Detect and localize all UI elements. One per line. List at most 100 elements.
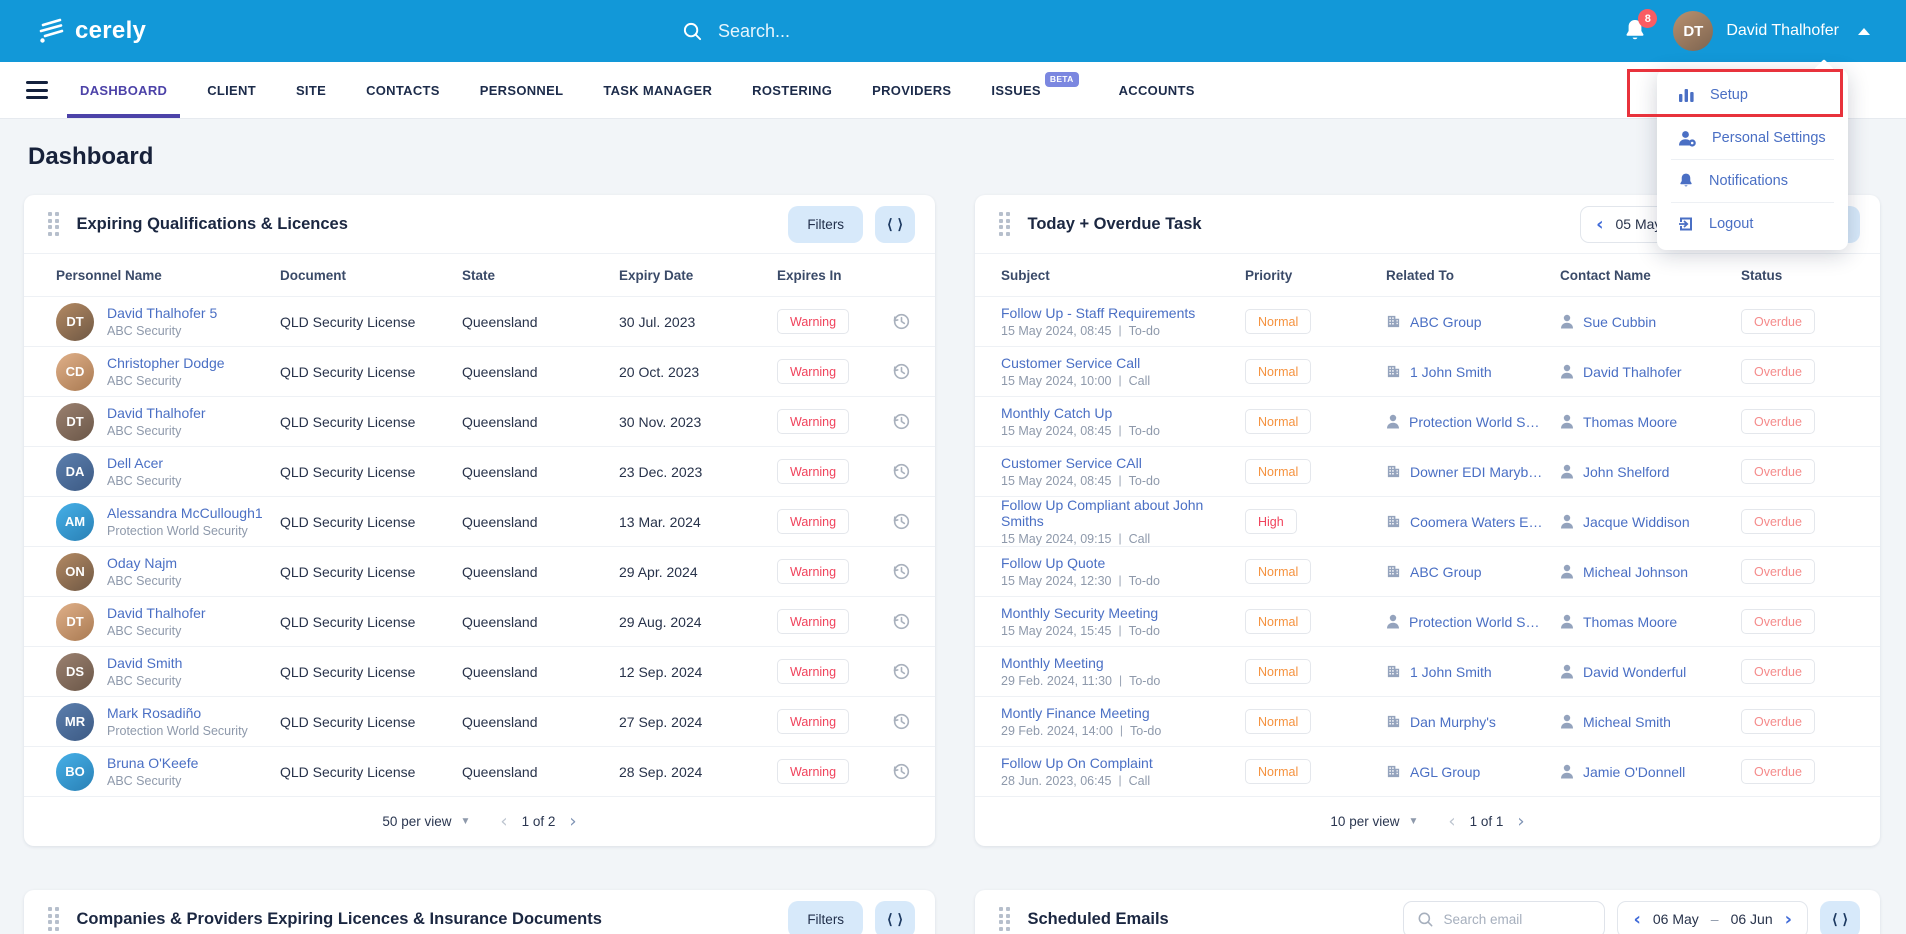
related-to-link[interactable]: ABC Group [1410, 564, 1482, 580]
history-icon[interactable] [892, 412, 911, 431]
related-to-link[interactable]: ABC Group [1410, 314, 1482, 330]
task-row: Follow Up Quote15 May 2024, 12:30|To-doN… [975, 547, 1880, 597]
contact-name-link[interactable]: John Shelford [1583, 464, 1669, 480]
nav-item-accounts[interactable]: ACCOUNTS [1099, 62, 1215, 118]
task-subject-link[interactable]: Monthly Security Meeting [1001, 605, 1158, 621]
expand-card-button[interactable]: ⟨⟩ [1820, 901, 1860, 934]
personnel-name-link[interactable]: Oday Najm [107, 555, 177, 571]
related-to-link[interactable]: Coomera Waters Est... [1410, 514, 1548, 530]
drag-handle-icon[interactable] [999, 907, 1010, 931]
nav-item-label: ISSUES [991, 83, 1040, 98]
menu-item-notifications[interactable]: Notifications [1657, 160, 1848, 202]
contact-name-link[interactable]: Jamie O'Donnell [1583, 764, 1685, 780]
contact-name-link[interactable]: Sue Cubbin [1583, 314, 1656, 330]
column-header: Personnel Name [56, 268, 280, 283]
menu-hamburger-icon[interactable] [16, 81, 60, 99]
per-view-select[interactable]: 10 per view▼ [1330, 814, 1418, 829]
history-icon[interactable] [892, 312, 911, 331]
menu-item-setup[interactable]: Setup [1657, 74, 1848, 116]
related-to-link[interactable]: 1 John Smith [1410, 364, 1492, 380]
global-search[interactable]: Search... [682, 0, 790, 62]
nav-item-personnel[interactable]: PERSONNEL [460, 62, 584, 118]
history-icon[interactable] [892, 512, 911, 531]
warning-badge: Warning [777, 759, 849, 785]
task-subject-link[interactable]: Customer Service Call [1001, 355, 1140, 371]
page-next-button[interactable]: › [1517, 813, 1524, 831]
email-date-range[interactable]: ‹ 06 May – 06 Jun › [1617, 901, 1808, 934]
nav-item-rostering[interactable]: ROSTERING [732, 62, 852, 118]
personnel-name-link[interactable]: David Thalhofer 5 [107, 305, 217, 321]
filters-button[interactable]: Filters [788, 206, 863, 243]
nav-item-dashboard[interactable]: DASHBOARD [60, 62, 187, 118]
personnel-name-link[interactable]: Alessandra McCullough1 [107, 505, 263, 521]
related-to-link[interactable]: Protection World Sec... [1409, 614, 1547, 630]
task-type: To-do [1129, 474, 1160, 488]
nav-item-contacts[interactable]: CONTACTS [346, 62, 460, 118]
chevron-right-icon: ⟩ [1843, 911, 1848, 928]
drag-handle-icon[interactable] [48, 907, 59, 931]
task-subject-link[interactable]: Follow Up - Staff Requirements [1001, 305, 1195, 321]
nav-item-task-manager[interactable]: TASK MANAGER [583, 62, 732, 118]
history-icon[interactable] [892, 612, 911, 631]
brand-logo[interactable]: cerely [36, 16, 146, 46]
column-header: Contact Name [1560, 268, 1741, 283]
menu-item-logout[interactable]: Logout [1657, 203, 1848, 245]
personnel-name-link[interactable]: David Thalhofer [107, 605, 206, 621]
task-subject-link[interactable]: Monthly Catch Up [1001, 405, 1112, 421]
related-to-link[interactable]: Dan Murphy's [1410, 714, 1496, 730]
notification-count-badge: 8 [1638, 9, 1657, 28]
menu-item-personal-settings[interactable]: Personal Settings [1657, 117, 1848, 159]
page-prev-button[interactable]: ‹ [1448, 813, 1455, 831]
related-to-link[interactable]: Downer EDI Marybor... [1410, 464, 1548, 480]
contact-name-link[interactable]: Micheal Johnson [1583, 564, 1688, 580]
history-icon[interactable] [892, 362, 911, 381]
task-subject-link[interactable]: Follow Up Quote [1001, 555, 1105, 571]
related-to-link[interactable]: Protection World Sec... [1409, 414, 1547, 430]
task-subject-link[interactable]: Monthly Meeting [1001, 655, 1104, 671]
drag-handle-icon[interactable] [48, 212, 59, 236]
page-next-button[interactable]: › [569, 813, 576, 831]
expand-card-button[interactable]: ⟨⟩ [875, 206, 915, 243]
contact-name-link[interactable]: Jacque Widdison [1583, 514, 1690, 530]
notifications-button[interactable]: 8 [1623, 18, 1647, 44]
per-view-select[interactable]: 50 per view▼ [382, 814, 470, 829]
contact-name-link[interactable]: Thomas Moore [1583, 414, 1677, 430]
page-prev-button[interactable]: ‹ [500, 813, 507, 831]
drag-handle-icon[interactable] [999, 212, 1010, 236]
personnel-name-link[interactable]: Christopher Dodge [107, 355, 225, 371]
contact-name-link[interactable]: Thomas Moore [1583, 614, 1677, 630]
history-icon[interactable] [892, 562, 911, 581]
personnel-name-link[interactable]: Bruna O'Keefe [107, 755, 198, 771]
personnel-name-link[interactable]: Mark Rosadiño [107, 705, 201, 721]
contact-name-link[interactable]: David Thalhofer [1583, 364, 1682, 380]
personnel-name-link[interactable]: Dell Acer [107, 455, 163, 471]
email-search-input[interactable] [1443, 912, 1591, 927]
task-subject-link[interactable]: Follow Up Compliant about John Smiths [1001, 497, 1203, 529]
nav-item-site[interactable]: SITE [276, 62, 346, 118]
chevron-left-icon[interactable]: ‹ [1596, 214, 1603, 235]
nav-item-providers[interactable]: PROVIDERS [852, 62, 971, 118]
chevron-right-icon[interactable]: › [1785, 909, 1792, 930]
task-subject-link[interactable]: Follow Up On Complaint [1001, 755, 1153, 771]
person-icon [1560, 464, 1574, 479]
personnel-name-link[interactable]: David Thalhofer [107, 405, 206, 421]
filters-button[interactable]: Filters [788, 901, 863, 934]
task-subject-link[interactable]: Customer Service CAll [1001, 455, 1142, 471]
history-icon[interactable] [892, 462, 911, 481]
user-menu-trigger[interactable]: DT David Thalhofer [1673, 11, 1870, 51]
related-to-link[interactable]: AGL Group [1410, 764, 1480, 780]
history-icon[interactable] [892, 762, 911, 781]
contact-name-link[interactable]: Micheal Smith [1583, 714, 1671, 730]
priority-badge: Normal [1245, 359, 1311, 385]
task-subject-link[interactable]: Montly Finance Meeting [1001, 705, 1150, 721]
state-cell: Queensland [462, 714, 619, 730]
history-icon[interactable] [892, 662, 911, 681]
related-to-link[interactable]: 1 John Smith [1410, 664, 1492, 680]
nav-item-issues[interactable]: ISSUESBETA [971, 62, 1098, 118]
chevron-left-icon[interactable]: ‹ [1633, 909, 1640, 930]
personnel-name-link[interactable]: David Smith [107, 655, 182, 671]
nav-item-client[interactable]: CLIENT [187, 62, 276, 118]
expand-card-button[interactable]: ⟨⟩ [875, 901, 915, 934]
history-icon[interactable] [892, 712, 911, 731]
contact-name-link[interactable]: David Wonderful [1583, 664, 1686, 680]
